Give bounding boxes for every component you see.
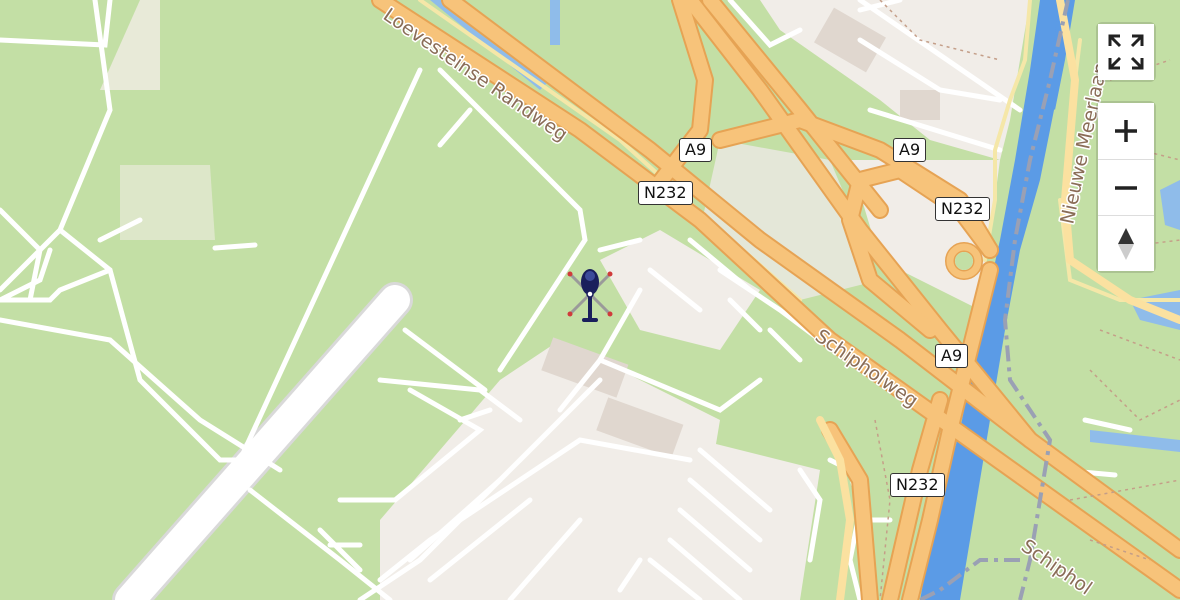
plus-icon — [1115, 120, 1137, 142]
navigation-control — [1098, 103, 1154, 271]
route-shield-a9: A9 — [935, 344, 969, 368]
fullscreen-icon — [1108, 34, 1144, 70]
minus-icon — [1115, 185, 1137, 190]
route-shield-n232: N232 — [935, 197, 990, 221]
fullscreen-button[interactable] — [1098, 24, 1154, 80]
route-shield-n232: N232 — [890, 473, 945, 497]
route-shield-a9: A9 — [893, 138, 927, 162]
route-shield-a9: A9 — [679, 138, 713, 162]
map-canvas[interactable]: Loevesteinse Randweg Schipholweg Schipho… — [0, 0, 1180, 600]
reset-north-button[interactable] — [1098, 215, 1154, 271]
zoom-out-button[interactable] — [1098, 159, 1154, 215]
zoom-in-button[interactable] — [1098, 103, 1154, 159]
route-shield-n232: N232 — [638, 181, 693, 205]
helicopter-icon[interactable] — [562, 262, 618, 334]
compass-icon — [1118, 227, 1134, 260]
fullscreen-control — [1098, 24, 1154, 80]
